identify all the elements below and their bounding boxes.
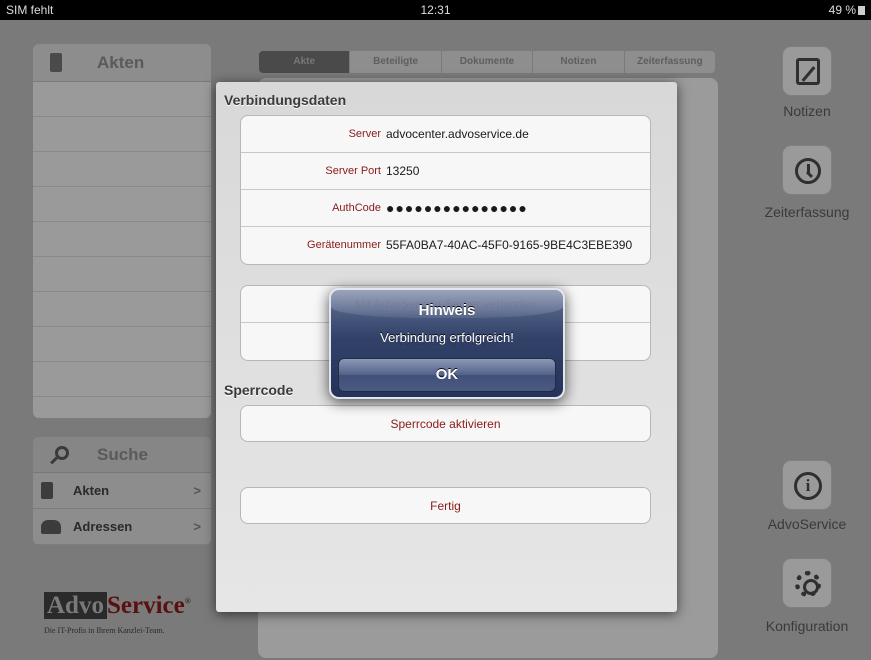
logo-tagline: Die IT-Profis in Ihrem Kanzlei-Team. xyxy=(44,626,165,635)
contacts-icon xyxy=(41,520,61,534)
note-icon xyxy=(796,58,820,85)
server-input[interactable]: advocenter.advoservice.de xyxy=(386,116,529,153)
akten-header: Akten xyxy=(33,44,211,82)
battery-icon xyxy=(858,6,865,15)
nav-item-akten[interactable]: Akten > xyxy=(33,473,211,509)
tab-notizen[interactable]: Notizen xyxy=(533,51,625,73)
battery-status: 49 % xyxy=(829,0,865,20)
clock-icon xyxy=(795,158,821,184)
field-label: Server Port xyxy=(325,165,381,177)
logo-wordmark: Advo Service® xyxy=(44,592,191,620)
field-label: Server xyxy=(348,128,381,140)
notizen-label: Notizen xyxy=(783,103,831,119)
chevron-right-icon: > xyxy=(193,483,201,498)
section-title-connection: Verbindungsdaten xyxy=(224,92,347,108)
konfiguration-label: Konfiguration xyxy=(765,618,849,634)
field-geraetenummer: Gerätenummer 55FA0BA7-40AC-45F0-9165-9BE… xyxy=(241,227,650,264)
zeiterfassung-button[interactable] xyxy=(782,145,832,195)
clock: 12:31 xyxy=(420,3,451,17)
authcode-input[interactable]: ●●●●●●●●●●●●●●● xyxy=(386,190,528,227)
advoservice-button[interactable]: i xyxy=(782,460,832,510)
tab-akte[interactable]: Akte xyxy=(259,51,351,73)
field-authcode[interactable]: AuthCode ●●●●●●●●●●●●●●● xyxy=(241,190,650,227)
akten-list xyxy=(33,82,211,418)
search-header[interactable]: Suche xyxy=(33,437,211,473)
field-label: Gerätenummer xyxy=(307,239,381,251)
search-icon xyxy=(55,446,69,460)
konfiguration-button[interactable] xyxy=(782,558,832,608)
akten-title: Akten xyxy=(97,53,145,72)
done-button[interactable]: Fertig xyxy=(240,487,651,524)
tab-dokumente[interactable]: Dokumente xyxy=(442,51,534,73)
connection-fields: Server advocenter.advoservice.de Server … xyxy=(240,115,651,265)
akten-panel: Akten xyxy=(33,44,211,418)
folder-icon xyxy=(50,53,62,72)
advoservice-logo: Advo Service® Die IT-Profis in Ihrem Kanz… xyxy=(38,592,208,642)
nav-item-label: Adressen xyxy=(73,519,133,534)
advoservice-label: AdvoService xyxy=(767,516,847,532)
info-icon: i xyxy=(794,472,822,500)
zeiterfassung-label: Zeiterfassung xyxy=(764,204,850,220)
folder-icon xyxy=(41,482,53,499)
nav-item-label: Akten xyxy=(73,483,110,498)
battery-percent: 49 % xyxy=(828,3,856,17)
tab-beteiligte[interactable]: Beteiligte xyxy=(350,51,442,73)
notizen-button[interactable] xyxy=(782,46,832,96)
field-server[interactable]: Server advocenter.advoservice.de xyxy=(241,116,650,153)
field-label: AuthCode xyxy=(332,202,381,214)
search-title: Suche xyxy=(97,445,149,464)
chevron-right-icon: > xyxy=(193,519,201,534)
alert-dialog: Hinweis Verbindung erfolgreich! OK xyxy=(329,288,565,399)
search-panel: Suche Akten > Adressen > xyxy=(33,437,211,545)
device-id-value: 55FA0BA7-40AC-45F0-9165-9BE4C3EBE390 xyxy=(386,238,633,252)
alert-message: Verbindung erfolgreich! xyxy=(380,330,514,345)
alert-title: Hinweis xyxy=(418,302,476,319)
lock-activate-button[interactable]: Sperrcode aktivieren xyxy=(240,405,651,442)
field-server-port[interactable]: Server Port 13250 xyxy=(241,153,650,190)
section-title-lock: Sperrcode xyxy=(224,382,294,398)
gear-icon xyxy=(795,571,821,597)
status-bar: SIM fehlt 12:31 49 % xyxy=(0,0,871,20)
alert-ok-button[interactable]: OK xyxy=(338,358,556,392)
nav-item-adressen[interactable]: Adressen > xyxy=(33,509,211,545)
server-port-input[interactable]: 13250 xyxy=(386,153,419,190)
tab-zeiterfassung[interactable]: Zeiterfassung xyxy=(625,51,715,73)
tab-bar: Akte Beteiligte Dokumente Notizen Zeiter… xyxy=(258,50,716,74)
